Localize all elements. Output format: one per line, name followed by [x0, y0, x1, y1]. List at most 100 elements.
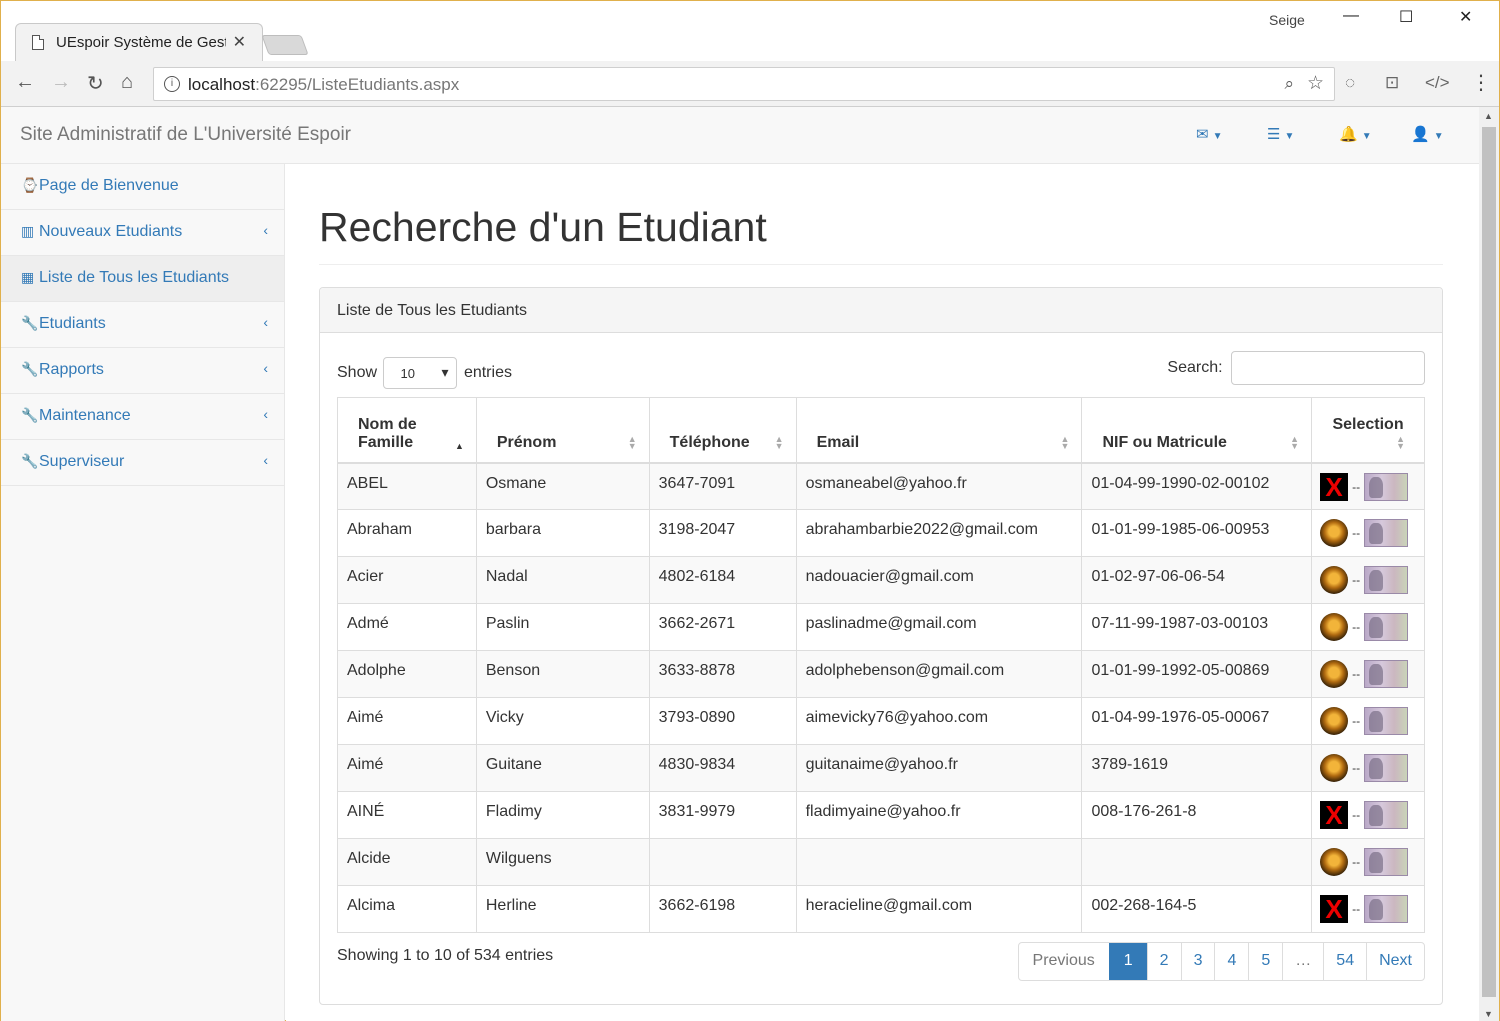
menu-icon[interactable]: ⋮: [1471, 70, 1491, 95]
cell-nom: Alcima: [337, 885, 477, 933]
profile-name[interactable]: Seige: [1269, 12, 1305, 28]
page-button-2[interactable]: 2: [1146, 943, 1181, 980]
students-panel: Liste de Tous les Etudiants Show 10 entr…: [319, 287, 1443, 1005]
student-photo-thumbnail[interactable]: [1320, 707, 1349, 735]
column-header-telephone[interactable]: Téléphone ▲ ▼: [648, 397, 797, 464]
browser-tab[interactable]: UEspoir Système de Gesti ✕: [15, 23, 263, 61]
cast-icon[interactable]: ⊡: [1385, 73, 1399, 93]
info-icon[interactable]: i: [164, 76, 180, 92]
sidebar-item-nouveaux-etudiants[interactable]: ▥ Nouveaux Etudiants ‹: [1, 210, 284, 256]
forward-icon[interactable]: →: [51, 71, 71, 94]
next-page-button[interactable]: Next: [1366, 943, 1424, 980]
column-header-selection[interactable]: Selection ▲ ▼: [1311, 397, 1425, 464]
no-photo-icon[interactable]: X: [1320, 472, 1349, 501]
sort-icon: ▲ ▼: [1290, 433, 1300, 451]
page-button-54[interactable]: 54: [1323, 943, 1366, 980]
sidebar-item-etudiants[interactable]: 🔧Etudiants ‹: [1, 302, 284, 348]
select-student-image[interactable]: [1364, 519, 1409, 547]
select-student-image[interactable]: [1364, 613, 1409, 641]
app-brand[interactable]: Site Administratif de L'Université Espoi…: [20, 124, 351, 146]
extension-icon[interactable]: ◌: [1345, 73, 1355, 93]
table-row[interactable]: ABEL Osmane 3647-7091 osmaneabel@yahoo.fr 01…: [337, 462, 1425, 510]
student-photo-thumbnail[interactable]: [1320, 754, 1349, 782]
cell-telephone: 3662-6198: [648, 885, 797, 933]
cell-selection: --: [1311, 603, 1425, 651]
tab-close-icon[interactable]: ✕: [233, 32, 246, 52]
bookmark-star-icon[interactable]: ☆: [1307, 72, 1324, 95]
close-window-icon[interactable]: ✕: [1459, 7, 1472, 27]
column-header-prenom[interactable]: Prénom ▲ ▼: [475, 397, 650, 464]
previous-page-button[interactable]: Previous: [1019, 943, 1109, 980]
scroll-down-icon[interactable]: ▼: [1484, 1009, 1493, 1019]
maximize-icon[interactable]: ☐: [1399, 7, 1413, 27]
student-photo-thumbnail[interactable]: [1320, 660, 1349, 688]
sort-icon: ▲ ▼: [1396, 433, 1405, 451]
cell-telephone: 3633-8878: [648, 650, 797, 698]
student-photo-thumbnail[interactable]: [1320, 566, 1349, 594]
select-student-image[interactable]: [1364, 660, 1409, 688]
student-photo-thumbnail[interactable]: [1320, 613, 1349, 641]
wrench-icon: 🔧: [21, 407, 39, 423]
cell-prenom: barbara: [475, 509, 650, 557]
address-bar[interactable]: i localhost:62295/ListeEtudiants.aspx ⌕ …: [153, 67, 1335, 101]
page-button-5[interactable]: 5: [1248, 943, 1282, 980]
table-row[interactable]: Alcima Herline 3662-6198 heracieline@gmail.…: [337, 885, 1425, 933]
reload-icon[interactable]: ↻: [87, 71, 104, 96]
student-photo-thumbnail[interactable]: [1320, 519, 1349, 547]
page-title: Recherche d'un Etudiant: [319, 204, 767, 250]
scrollbar-thumb[interactable]: [1482, 127, 1496, 997]
envelope-icon[interactable]: ✉ ▼: [1196, 125, 1222, 143]
search-input[interactable]: [1231, 351, 1425, 385]
column-header-nif[interactable]: NIF ou Matricule ▲ ▼: [1081, 397, 1313, 464]
page-button-1[interactable]: 1: [1108, 943, 1147, 980]
column-header-email[interactable]: Email ▲ ▼: [795, 397, 1083, 464]
table-row[interactable]: Aimé Guitane 4830-9834 guitanaime@yahoo.fr 3…: [337, 744, 1425, 792]
minimize-icon[interactable]: —: [1343, 7, 1359, 25]
table-row[interactable]: Adolphe Benson 3633-8878 adolphebenson@gmai…: [337, 650, 1425, 698]
select-student-image[interactable]: [1364, 566, 1409, 594]
sidebar-item-superviseur[interactable]: 🔧Superviseur ‹: [1, 440, 284, 486]
table-row[interactable]: Acier Nadal 4802-6184 nadouacier@gmail.com 0…: [337, 556, 1425, 604]
page-button-4[interactable]: 4: [1214, 943, 1248, 980]
select-student-image[interactable]: [1364, 801, 1409, 829]
select-student-image[interactable]: [1364, 895, 1409, 923]
sidebar-item-liste-etudiants[interactable]: ▦ Liste de Tous les Etudiants: [1, 256, 284, 302]
chevron-left-icon: ‹: [263, 314, 268, 330]
column-header-nom[interactable]: Nom de Famille ▲: [337, 397, 477, 464]
select-student-image[interactable]: [1364, 754, 1409, 782]
user-icon[interactable]: 👤 ▼: [1411, 125, 1444, 143]
select-student-image[interactable]: [1364, 472, 1409, 501]
show-label: Show: [337, 364, 378, 382]
bell-icon[interactable]: 🔔 ▼: [1339, 125, 1372, 143]
page-button-3[interactable]: 3: [1180, 943, 1215, 980]
cell-nom: Adolphe: [337, 650, 477, 698]
table-row[interactable]: Alcide Wilguens --: [337, 838, 1425, 886]
new-tab-button[interactable]: [261, 35, 309, 55]
tasks-icon[interactable]: ☰ ▼: [1267, 125, 1294, 143]
scroll-up-icon[interactable]: ▲: [1484, 111, 1493, 121]
page-length-select[interactable]: 10: [383, 357, 458, 389]
table-row[interactable]: AINÉ Fladimy 3831-9979 fladimyaine@yahoo.fr…: [337, 791, 1425, 839]
cell-email: abrahambarbie2022@gmail.com: [795, 509, 1083, 557]
table-icon: ▦: [21, 269, 35, 285]
no-photo-icon[interactable]: X: [1320, 801, 1349, 829]
sidebar-item-bienvenue[interactable]: ⌚Page de Bienvenue: [1, 164, 284, 210]
vertical-scrollbar[interactable]: ▲ ▼: [1479, 107, 1499, 1021]
select-student-image[interactable]: [1364, 848, 1409, 876]
sidebar-item-maintenance[interactable]: 🔧Maintenance ‹: [1, 394, 284, 440]
home-icon[interactable]: ⌂: [121, 71, 133, 94]
select-student-image[interactable]: [1364, 707, 1409, 735]
table-row[interactable]: Aimé Vicky 3793-0890 aimevicky76@yahoo.com 0…: [337, 697, 1425, 745]
zoom-icon[interactable]: ⌕: [1284, 74, 1294, 94]
devtools-icon[interactable]: </>: [1425, 73, 1450, 93]
table-header-row: Nom de Famille ▲ Prénom ▲ ▼ Téléphone ▲ ▼ Ema…: [337, 397, 1425, 464]
no-photo-icon[interactable]: X: [1320, 895, 1349, 923]
table-row[interactable]: Admé Paslin 3662-2671 paslinadme@gmail.com 0…: [337, 603, 1425, 651]
back-icon[interactable]: ←: [15, 71, 35, 94]
sidebar-item-rapports[interactable]: 🔧Rapports ‹: [1, 348, 284, 394]
dashboard-icon: ⌚: [21, 177, 39, 193]
sort-icon: ▲ ▼: [774, 433, 784, 451]
table-row[interactable]: Abraham barbara 3198-2047 abrahambarbie2022…: [337, 509, 1425, 557]
student-photo-thumbnail[interactable]: [1320, 848, 1349, 876]
url-text[interactable]: localhost:62295/ListeEtudiants.aspx: [188, 75, 459, 95]
